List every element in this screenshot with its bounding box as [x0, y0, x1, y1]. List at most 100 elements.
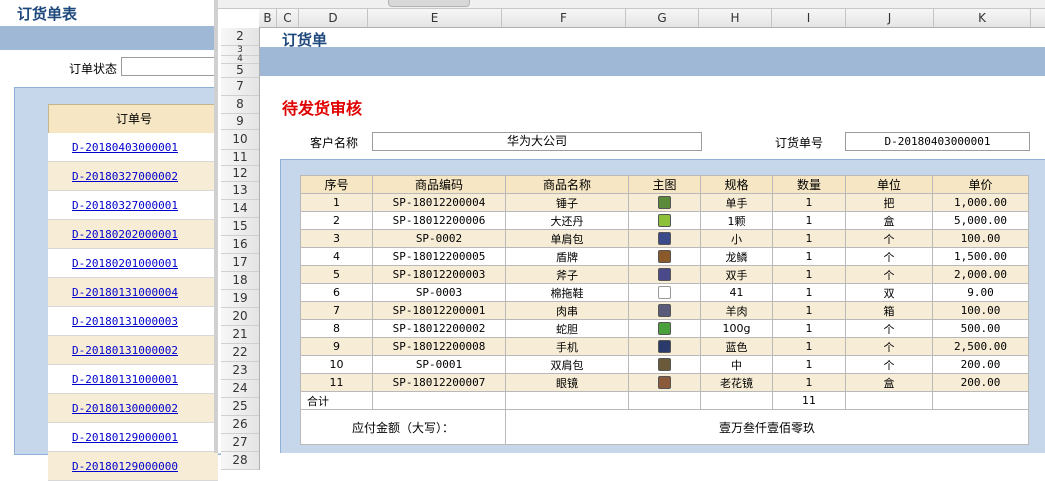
product-image-cell [628, 301, 701, 320]
row-header[interactable]: 10 [221, 130, 259, 150]
product-code-cell: SP-18012200005 [372, 247, 506, 266]
row-number-cell: 2 [300, 211, 373, 230]
order-number-link[interactable]: D-20180129000000 [72, 460, 178, 473]
row-number-cell: 10 [300, 355, 373, 374]
row-header[interactable]: 21 [221, 326, 259, 344]
row-header[interactable]: 24 [221, 380, 259, 398]
product-thumbnail[interactable] [658, 214, 671, 228]
product-thumbnail[interactable] [658, 358, 671, 372]
table-row: 4 SP-18012200005 盾牌 龙鳞 1 个 1,500.00 [300, 247, 1029, 266]
order-number-link[interactable]: D-20180131000002 [72, 344, 178, 357]
product-code-cell: SP-18012200007 [372, 373, 506, 392]
row-header[interactable]: 2 [221, 28, 259, 46]
product-thumbnail[interactable] [658, 268, 671, 282]
row-header[interactable]: 8 [221, 96, 259, 114]
unit-cell: 双 [845, 283, 933, 302]
product-name-cell: 斧子 [505, 265, 629, 284]
row-header[interactable]: 14 [221, 200, 259, 218]
row-header[interactable]: 16 [221, 236, 259, 254]
spec-cell: 蓝色 [700, 337, 773, 356]
column-header-cell: 商品名称 [505, 175, 629, 194]
row-header[interactable]: 11 [221, 150, 259, 166]
order-list-item: D-20180131000004 [48, 278, 218, 307]
product-thumbnail[interactable] [658, 286, 671, 300]
order-number-link[interactable]: D-20180403000001 [72, 141, 178, 154]
order-list-item: D-20180130000002 [48, 394, 218, 423]
column-header[interactable]: D [299, 9, 368, 27]
row-header[interactable]: 26 [221, 416, 259, 434]
product-code-cell: SP-0001 [372, 355, 506, 374]
product-thumbnail[interactable] [658, 376, 671, 390]
product-thumbnail[interactable] [658, 232, 671, 246]
column-header[interactable]: B [259, 9, 277, 27]
pending-review-title: 待发货审核 [282, 99, 363, 118]
row-header[interactable]: 7 [221, 78, 259, 96]
row-header[interactable]: 27 [221, 434, 259, 452]
order-number-link[interactable]: D-20180129000001 [72, 431, 178, 444]
column-header[interactable]: J [846, 9, 934, 27]
order-number-link[interactable]: D-20180327000001 [72, 199, 178, 212]
product-name-cell: 眼镜 [505, 373, 629, 392]
product-thumbnail[interactable] [658, 196, 671, 210]
quantity-cell: 1 [772, 337, 846, 356]
column-header[interactable]: K [934, 9, 1031, 27]
column-header[interactable]: I [772, 9, 846, 27]
product-image-cell [628, 283, 701, 302]
unit-price-cell: 200.00 [932, 355, 1029, 374]
product-thumbnail[interactable] [658, 304, 671, 318]
product-code-cell: SP-18012200008 [372, 337, 506, 356]
order-status-input[interactable] [121, 57, 228, 76]
row-number-cell: 7 [300, 301, 373, 320]
quantity-cell: 1 [772, 193, 846, 212]
column-header[interactable]: H [699, 9, 772, 27]
row-header[interactable]: 20 [221, 308, 259, 326]
column-header[interactable]: G [626, 9, 699, 27]
spreadsheet-window: BCDEFGHIJK 2 3 4 5 7 8 9 10 11 12 13 14 15 16 17 18 19 20… [214, 0, 1045, 470]
order-number-field[interactable]: D-20180403000001 [845, 132, 1030, 151]
order-number-list: D-20180403000001 D-20180327000002 D-201803… [48, 133, 218, 481]
quantity-cell: 1 [772, 247, 846, 266]
row-header[interactable]: 25 [221, 398, 259, 416]
order-number-link[interactable]: D-20180130000002 [72, 402, 178, 415]
column-header-cell: 序号 [300, 175, 373, 194]
row-header[interactable]: 22 [221, 344, 259, 362]
order-number-link[interactable]: D-20180131000001 [72, 373, 178, 386]
product-code-cell: SP-18012200006 [372, 211, 506, 230]
row-header[interactable]: 12 [221, 166, 259, 182]
row-header[interactable]: 19 [221, 290, 259, 308]
table-header-row: 序号 商品编码 商品名称 主图 规格 数量 单位 单价 [300, 175, 1029, 194]
row-header[interactable]: 23 [221, 362, 259, 380]
row-header[interactable]: 13 [221, 182, 259, 200]
row-header[interactable]: 9 [221, 114, 259, 130]
order-list-item: D-20180403000001 [48, 133, 218, 162]
order-number-link[interactable]: D-20180131000004 [72, 286, 178, 299]
product-image-cell [628, 355, 701, 374]
customer-name-field[interactable]: 华为大公司 [372, 132, 702, 151]
row-header[interactable]: 15 [221, 218, 259, 236]
order-number-link[interactable]: D-20180201000001 [72, 257, 178, 270]
product-thumbnail[interactable] [658, 340, 671, 354]
row-header[interactable]: 17 [221, 254, 259, 272]
row-header[interactable]: 18 [221, 272, 259, 290]
total-row: 合计 11 [300, 391, 1029, 410]
column-header[interactable]: E [368, 9, 502, 27]
order-number-link[interactable]: D-20180202000001 [72, 228, 178, 241]
column-header[interactable]: C [277, 9, 299, 27]
row-number-cell: 6 [300, 283, 373, 302]
column-header-bar: BCDEFGHIJK [259, 9, 1045, 28]
row-header[interactable]: 28 [221, 452, 259, 470]
table-row: 9 SP-18012200008 手机 蓝色 1 个 2,500.00 [300, 337, 1029, 356]
unit-price-cell: 200.00 [932, 373, 1029, 392]
row-number-cell: 8 [300, 319, 373, 338]
product-thumbnail[interactable] [658, 322, 671, 336]
spec-cell: 龙鳞 [700, 247, 773, 266]
order-number-link[interactable]: D-20180327000002 [72, 170, 178, 183]
product-name-cell: 棉拖鞋 [505, 283, 629, 302]
product-image-cell [628, 265, 701, 284]
order-number-link[interactable]: D-20180131000003 [72, 315, 178, 328]
sheet-tab[interactable] [388, 0, 470, 7]
spec-cell: 羊肉 [700, 301, 773, 320]
row-header[interactable]: 5 [221, 64, 259, 78]
column-header[interactable]: F [502, 9, 626, 27]
product-thumbnail[interactable] [658, 250, 671, 264]
